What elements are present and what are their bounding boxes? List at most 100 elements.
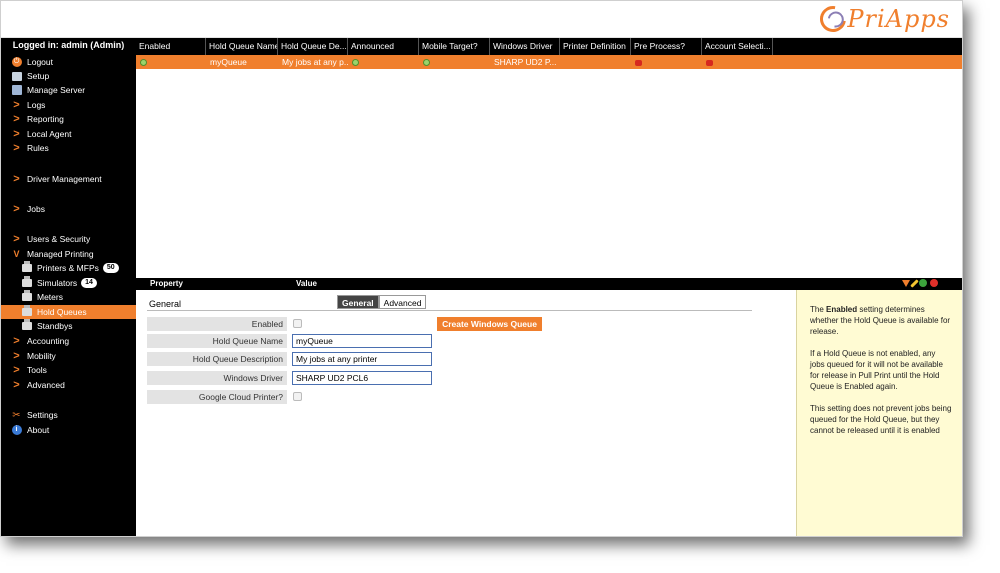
sidebar-item-logs[interactable]: > Logs <box>1 98 136 112</box>
column-header-mobile-target[interactable]: Mobile Target? <box>419 38 490 55</box>
settings-icon: ✂ <box>12 409 21 421</box>
sidebar-item-managed-printing[interactable]: V Managed Printing <box>1 247 136 261</box>
manage-server-icon <box>11 85 22 96</box>
cross-icon <box>706 59 713 66</box>
check-icon <box>352 59 359 67</box>
sidebar-item-simulators[interactable]: Simulators 14 <box>1 276 136 290</box>
sidebar-item-manage-server[interactable]: Manage Server <box>1 83 136 97</box>
column-header-printer-definition[interactable]: Printer Definition <box>560 38 631 55</box>
sidebar-item-reporting[interactable]: > Reporting <box>1 112 136 126</box>
column-header-announced[interactable]: Announced <box>348 38 419 55</box>
column-header-enabled[interactable]: Enabled <box>136 38 206 55</box>
sidebar-item-printers-mfps[interactable]: Printers & MFPs 50 <box>1 261 136 275</box>
delete-icon[interactable] <box>930 279 938 287</box>
tab-advanced[interactable]: Advanced <box>378 295 427 309</box>
column-header-name[interactable]: Hold Queue Name <box>206 38 278 55</box>
help-text: The <box>810 305 827 314</box>
printer-definition-cell <box>560 55 631 69</box>
column-header-account-selection[interactable]: Account Selecti... <box>702 38 773 55</box>
enabled-label: Enabled <box>147 317 287 331</box>
value-label: Value <box>296 279 317 288</box>
sidebar-item-settings[interactable]: ✂ Settings <box>1 408 136 422</box>
count-badge: 14 <box>81 278 97 288</box>
sidebar-item-setup[interactable]: Setup <box>1 69 136 83</box>
app-window: PriApps Logged in: admin (Admin) ⏻ Logou… <box>0 0 963 537</box>
announced-cell <box>348 55 419 69</box>
sidebar-item-label: About <box>27 425 50 435</box>
create-windows-queue-button[interactable]: Create Windows Queue <box>437 317 542 331</box>
sidebar-item-jobs[interactable]: > Jobs <box>1 202 136 216</box>
sidebar-item-hold-queues[interactable]: Hold Queues <box>1 305 136 319</box>
column-header-windows-driver[interactable]: Windows Driver <box>490 38 560 55</box>
sidebar-item-accounting[interactable]: > Accounting <box>1 334 136 348</box>
property-bar: Property Value <box>136 278 962 290</box>
setup-icon <box>11 71 22 82</box>
section-title: General <box>149 299 182 309</box>
sidebar-item-mobility[interactable]: > Mobility <box>1 349 136 363</box>
grid-header: Enabled Hold Queue Name Hold Queue De...… <box>136 38 962 55</box>
sidebar-item-logout[interactable]: ⏻ Logout <box>1 55 136 69</box>
sidebar-item-label: Setup <box>27 71 50 81</box>
chevron-right-icon: > <box>13 379 20 391</box>
divider <box>147 310 752 311</box>
top-bar: PriApps <box>1 1 962 38</box>
sidebar-item-advanced[interactable]: > Advanced <box>1 378 136 392</box>
sidebar-item-label: Managed Printing <box>27 249 94 259</box>
help-paragraph: This setting does not prevent jobs being… <box>810 404 952 435</box>
sidebar-item-label: Driver Management <box>27 174 102 184</box>
priapps-logo: PriApps <box>815 1 950 38</box>
filter-icon[interactable] <box>902 280 910 287</box>
hold-queue-description-label: Hold Queue Description <box>147 352 287 366</box>
sidebar-item-driver-management[interactable]: > Driver Management <box>1 172 136 186</box>
column-header-pre-process[interactable]: Pre Process? <box>631 38 702 55</box>
printer-icon <box>21 305 32 318</box>
chevron-right-icon: > <box>13 113 20 125</box>
sidebar-item-label: Printers & MFPs <box>37 263 99 273</box>
edit-icon[interactable] <box>910 279 919 288</box>
table-row[interactable]: myQueue My jobs at any p... SHARP UD2 P.… <box>136 55 962 69</box>
logo-text: PriApps <box>847 5 950 33</box>
column-header-description[interactable]: Hold Queue De... <box>278 38 348 55</box>
tab-general[interactable]: General <box>337 295 379 309</box>
logo-ring-icon <box>815 1 852 38</box>
printer-icon <box>21 261 32 274</box>
sidebar-item-users-security[interactable]: > Users & Security <box>1 232 136 246</box>
printer-icon <box>21 319 32 332</box>
mobile-target-cell <box>419 55 490 69</box>
chevron-right-icon: > <box>13 350 20 362</box>
google-cloud-printer-checkbox[interactable] <box>293 392 302 401</box>
help-bold-text: Enabled <box>826 305 858 314</box>
property-label: Property <box>150 279 183 288</box>
chevron-right-icon: > <box>13 173 20 185</box>
enabled-checkbox[interactable] <box>293 319 302 328</box>
sidebar-item-rules[interactable]: > Rules <box>1 141 136 155</box>
sidebar-item-local-agent[interactable]: > Local Agent <box>1 127 136 141</box>
sidebar-item-tools[interactable]: > Tools <box>1 363 136 377</box>
windows-driver-label: Windows Driver <box>147 371 287 385</box>
chevron-right-icon: > <box>13 335 20 347</box>
hold-queue-description-input[interactable]: My jobs at any printer <box>292 352 432 366</box>
sidebar-item-about[interactable]: i About <box>1 423 136 437</box>
account-selection-cell <box>702 55 773 69</box>
sidebar-item-meters[interactable]: Meters <box>1 290 136 304</box>
sidebar-item-label: Accounting <box>27 336 70 346</box>
sidebar-item-label: Standbys <box>37 321 73 331</box>
logged-in-label: Logged in: admin (Admin) <box>12 40 125 50</box>
sidebar-item-label: Local Agent <box>27 129 72 139</box>
hold-queue-name-input[interactable]: myQueue <box>292 334 432 348</box>
windows-driver-input[interactable]: SHARP UD2 PCL6 <box>292 371 432 385</box>
windows-driver-cell: SHARP UD2 P... <box>494 57 557 67</box>
sidebar-item-label: Tools <box>27 365 47 375</box>
name-cell: myQueue <box>210 57 247 67</box>
check-icon <box>140 59 147 67</box>
printer-icon <box>21 276 32 289</box>
chevron-right-icon: > <box>13 233 20 245</box>
add-icon[interactable] <box>919 279 927 287</box>
cross-icon <box>635 59 642 66</box>
sidebar-item-label: Simulators <box>37 278 78 288</box>
form-tabs: General Advanced <box>337 295 427 309</box>
info-icon: i <box>11 425 22 436</box>
sidebar-item-standbys[interactable]: Standbys <box>1 319 136 333</box>
count-badge: 50 <box>102 263 119 273</box>
help-panel: The Enabled setting determines whether t… <box>796 290 962 536</box>
